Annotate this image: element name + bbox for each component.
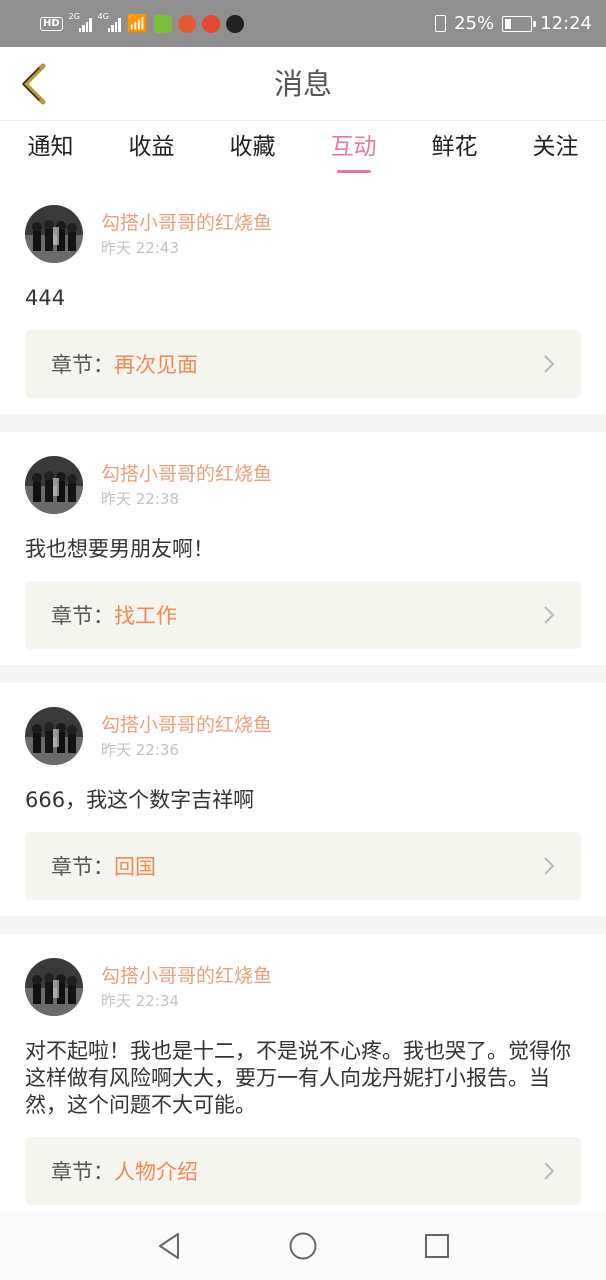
nav-recents-button[interactable] — [370, 1212, 504, 1280]
chevron-right-icon — [543, 856, 555, 876]
tiktok-icon — [225, 14, 244, 33]
message-card: 勾搭小哥哥的红烧鱼 昨天 22:38 我也想要男朋友啊！ 章节： 找工作 — [0, 432, 606, 665]
battery-percent: 25% — [454, 13, 495, 34]
top-header: 消息 — [0, 47, 606, 121]
battery-icon — [502, 15, 537, 32]
chapter-title: 再次见面 — [114, 353, 198, 377]
message-card: 勾搭小哥哥的红烧鱼 昨天 22:43 444 章节： 再次见面 — [0, 181, 606, 414]
chapter-title: 人物介绍 — [114, 1160, 198, 1184]
timestamp: 昨天 22:36 — [101, 741, 179, 759]
wifi-icon: 📶 — [126, 13, 148, 34]
chapter-link[interactable]: 章节： 回国 — [25, 832, 581, 900]
tab-earnings[interactable]: 收益 — [101, 121, 202, 181]
message-meta: 勾搭小哥哥的红烧鱼 昨天 22:38 — [101, 462, 272, 508]
tab-bar: 通知 收益 收藏 互动 鲜花 关注 — [0, 121, 606, 181]
chapter-title: 找工作 — [114, 604, 177, 628]
message-header: 勾搭小哥哥的红烧鱼 昨天 22:38 — [25, 456, 581, 514]
circle-home-icon — [289, 1232, 317, 1260]
comment-text: 444 — [25, 286, 66, 310]
system-nav-bar — [0, 1212, 606, 1280]
avatar[interactable] — [25, 205, 83, 263]
chapter-label: 章节： — [51, 1160, 114, 1184]
status-bar: HD 2G 4G 📶 25% 12:24 — [0, 0, 606, 47]
message-header: 勾搭小哥哥的红烧鱼 昨天 22:43 — [25, 205, 581, 263]
divider — [0, 916, 606, 934]
timestamp: 昨天 22:38 — [101, 490, 179, 508]
tab-following[interactable]: 关注 — [505, 121, 606, 181]
status-bar-right: 25% 12:24 — [435, 13, 592, 34]
chapter-link[interactable]: 章节： 找工作 — [25, 581, 581, 649]
page-title: 消息 — [273, 67, 332, 101]
avatar[interactable] — [25, 707, 83, 765]
username[interactable]: 勾搭小哥哥的红烧鱼 — [101, 462, 272, 486]
message-feed: 勾搭小哥哥的红烧鱼 昨天 22:43 444 章节： 再次见面 勾搭小哥哥的红烧… — [0, 181, 606, 1221]
vibrate-icon — [435, 15, 447, 32]
clock: 12:24 — [540, 13, 592, 34]
signal-4g-icon: 4G — [98, 12, 121, 32]
chevron-right-icon — [543, 605, 555, 625]
tab-interactions[interactable]: 互动 — [303, 121, 404, 181]
message-card: 勾搭小哥哥的红烧鱼 昨天 22:36 666，我这个数字吉祥啊 章节： 回国 — [0, 683, 606, 916]
chevron-left-icon — [22, 63, 46, 105]
message-meta: 勾搭小哥哥的红烧鱼 昨天 22:36 — [101, 713, 272, 759]
app-notification-icon — [153, 14, 172, 33]
timestamp: 昨天 22:34 — [101, 992, 179, 1010]
comment-text: 我也想要男朋友啊！ — [25, 537, 214, 561]
square-recents-icon — [425, 1234, 449, 1258]
message-header: 勾搭小哥哥的红烧鱼 昨天 22:36 — [25, 707, 581, 765]
avatar[interactable] — [25, 456, 83, 514]
comment-text: 666，我这个数字吉祥啊 — [25, 788, 255, 812]
nav-back-button[interactable] — [102, 1212, 236, 1280]
comment-text: 对不起啦！我也是十二，不是说不心疼。我也哭了。觉得你这样做有风险啊大大，要万一有… — [25, 1039, 571, 1117]
message-header: 勾搭小哥哥的红烧鱼 昨天 22:34 — [25, 958, 581, 1016]
message-meta: 勾搭小哥哥的红烧鱼 昨天 22:34 — [101, 964, 272, 1010]
avatar[interactable] — [25, 958, 83, 1016]
chevron-right-icon — [543, 1161, 555, 1181]
timestamp: 昨天 22:43 — [101, 239, 179, 257]
signal-2g-icon: 2G — [69, 12, 92, 32]
divider — [0, 414, 606, 432]
tab-favorites[interactable]: 收藏 — [202, 121, 303, 181]
weibo-icon — [201, 14, 220, 33]
back-button[interactable] — [14, 61, 54, 107]
chapter-label: 章节： — [51, 855, 114, 879]
active-tab-indicator — [336, 170, 371, 173]
chapter-label: 章节： — [51, 604, 114, 628]
status-bar-left: HD 2G 4G 📶 — [40, 12, 435, 34]
message-card: 勾搭小哥哥的红烧鱼 昨天 22:34 对不起啦！我也是十二，不是说不心疼。我也哭… — [0, 934, 606, 1221]
message-meta: 勾搭小哥哥的红烧鱼 昨天 22:43 — [101, 211, 272, 257]
username[interactable]: 勾搭小哥哥的红烧鱼 — [101, 211, 272, 235]
app-notification-icon — [177, 14, 196, 33]
chevron-right-icon — [543, 354, 555, 374]
chapter-link[interactable]: 章节： 再次见面 — [25, 330, 581, 398]
chapter-link[interactable]: 章节： 人物介绍 — [25, 1137, 581, 1205]
username[interactable]: 勾搭小哥哥的红烧鱼 — [101, 713, 272, 737]
hd-badge: HD — [40, 16, 63, 31]
chapter-label: 章节： — [51, 353, 114, 377]
tab-flowers[interactable]: 鲜花 — [404, 121, 505, 181]
divider — [0, 665, 606, 683]
username[interactable]: 勾搭小哥哥的红烧鱼 — [101, 964, 272, 988]
triangle-back-icon — [159, 1233, 179, 1259]
tab-notifications[interactable]: 通知 — [0, 121, 101, 181]
chapter-title: 回国 — [114, 855, 156, 879]
nav-home-button[interactable] — [236, 1212, 370, 1280]
